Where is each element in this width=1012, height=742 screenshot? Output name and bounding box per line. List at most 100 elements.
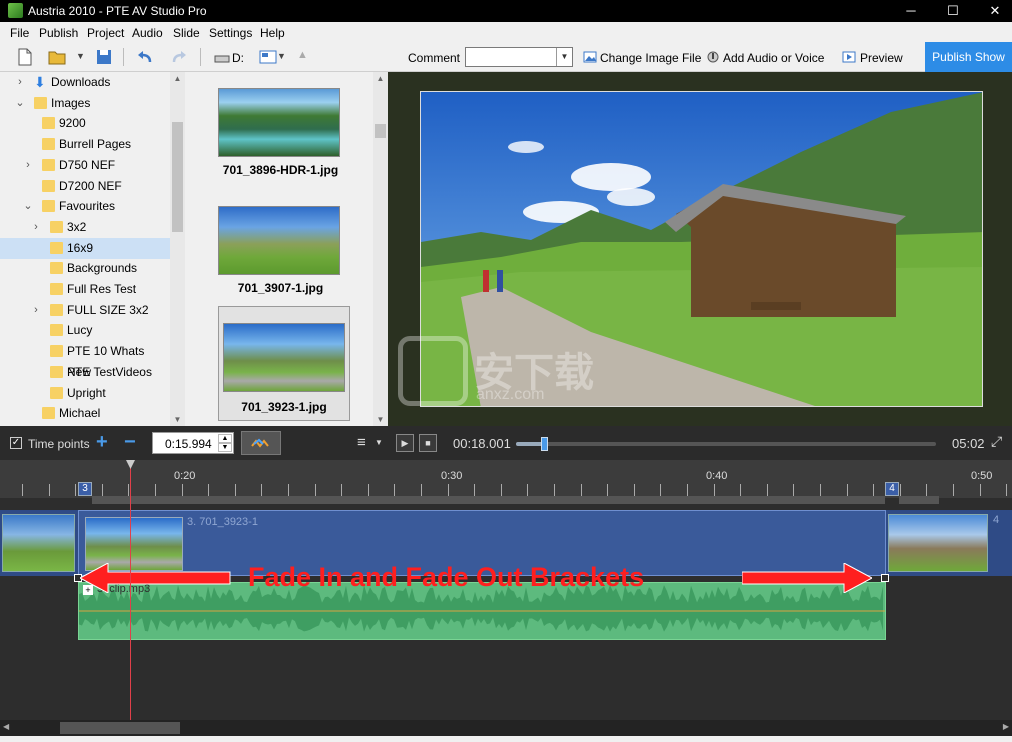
thumbnail-item[interactable]: 701_3896-HDR-1.jpg <box>218 88 343 177</box>
chevron-right-icon[interactable]: › <box>14 72 26 93</box>
playhead[interactable] <box>130 466 131 720</box>
scroll-down-icon[interactable]: ▼ <box>170 415 185 424</box>
playback-progress[interactable] <box>516 437 936 451</box>
tree-item[interactable]: Lucy <box>0 320 170 341</box>
chevron-down-icon[interactable]: ⌄ <box>14 93 26 114</box>
tree-item-label: PTE TestVideos <box>67 364 152 379</box>
tree-item[interactable]: 9200 <box>0 113 170 134</box>
scroll-thumb[interactable] <box>172 122 183 232</box>
tree-item[interactable]: › FULL SIZE 3x2 <box>0 300 170 321</box>
view-mode-icon[interactable] <box>259 48 277 66</box>
thumbnail-scrollbar[interactable]: ▲ ▼ <box>373 72 388 426</box>
scroll-left-icon[interactable]: ◀ <box>3 722 9 731</box>
menu-slide[interactable]: Slide <box>173 26 200 40</box>
menu-file[interactable]: File <box>10 26 29 40</box>
progress-thumb[interactable] <box>541 437 549 451</box>
slide-number: 4 <box>993 514 1000 526</box>
tree-item[interactable]: Upright <box>0 383 170 404</box>
add-timepoint-icon[interactable]: + <box>96 431 108 454</box>
slide-marker[interactable]: 4 <box>885 482 899 496</box>
waveform-icon <box>251 438 269 448</box>
tree-item[interactable]: Full Res Test <box>0 279 170 300</box>
comment-dropdown-icon[interactable]: ▼ <box>556 48 572 66</box>
menu-audio[interactable]: Audio <box>132 26 163 40</box>
preview-icon <box>842 51 856 63</box>
stop-button[interactable]: ■ <box>419 434 437 452</box>
ruler-label: 0:30 <box>441 470 463 482</box>
redo-icon[interactable] <box>170 48 188 66</box>
folder-icon <box>50 324 63 337</box>
drive-icon <box>214 55 230 63</box>
menu-publish[interactable]: Publish <box>39 26 78 40</box>
timeline-scrollbar[interactable]: ◀ ▶ <box>0 720 1012 736</box>
up-arrow-icon[interactable]: ▲ <box>297 49 308 61</box>
menu-settings[interactable]: Settings <box>209 26 252 40</box>
slide-thumbnail[interactable] <box>2 514 75 572</box>
waveform-toggle-button[interactable] <box>241 431 281 455</box>
menu-help[interactable]: Help <box>260 26 285 40</box>
change-image-button[interactable]: Change Image File <box>600 51 701 65</box>
new-file-icon[interactable] <box>18 48 32 66</box>
ruler-tick <box>793 484 794 496</box>
scroll-right-icon[interactable]: ▶ <box>1003 722 1009 731</box>
ruler-tick <box>235 484 236 496</box>
ruler-tick <box>182 484 183 496</box>
chevron-down-icon[interactable]: ⌄ <box>22 196 34 217</box>
add-audio-button[interactable]: Add Audio or Voice <box>723 51 824 65</box>
chevron-right-icon[interactable]: › <box>30 217 42 238</box>
tree-item[interactable]: Burrell Pages <box>0 134 170 155</box>
ruler-tick <box>873 484 874 496</box>
maximize-button[interactable]: ☐ <box>930 0 976 22</box>
ruler-tick <box>980 484 981 496</box>
tree-item[interactable]: PTE TestVideos <box>0 362 170 383</box>
publish-show-button[interactable]: Publish Show <box>925 42 1012 72</box>
scroll-up-icon[interactable]: ▲ <box>373 74 388 83</box>
timepoints-checkbox[interactable]: ✓ <box>10 437 22 449</box>
play-button[interactable]: ▶ <box>396 434 414 452</box>
tree-item[interactable]: ⌄ Favourites <box>0 196 170 217</box>
comment-combobox[interactable]: ▼ <box>465 47 573 67</box>
chevron-right-icon[interactable]: › <box>30 300 42 321</box>
menu-dropdown-icon[interactable]: ▼ <box>375 438 383 447</box>
slide-marker[interactable]: 3 <box>78 482 92 496</box>
tree-item-label: Full Res Test <box>67 282 137 296</box>
tree-item[interactable]: Backgrounds <box>0 258 170 279</box>
tree-item[interactable]: › D750 NEF <box>0 155 170 176</box>
view-dropdown-icon[interactable]: ▼ <box>277 51 286 61</box>
undo-icon[interactable] <box>136 48 154 66</box>
preview-button[interactable]: Preview <box>860 51 903 65</box>
open-folder-icon[interactable] <box>48 48 66 66</box>
tree-item[interactable]: Michael <box>0 403 170 424</box>
scroll-down-icon[interactable]: ▼ <box>373 415 388 424</box>
tree-item[interactable]: D7200 NEF <box>0 176 170 197</box>
menu-icon[interactable]: ≡ <box>357 434 366 451</box>
thumbnail-item[interactable]: 701_3907-1.jpg <box>218 206 343 295</box>
ruler-tick <box>49 484 50 496</box>
folder-tree-scrollbar[interactable]: ▲ ▼ <box>170 72 185 426</box>
remove-timepoint-icon[interactable]: − <box>124 431 136 454</box>
thumbnail-item-selected[interactable]: 701_3923-1.jpg <box>218 306 350 421</box>
scroll-thumb[interactable] <box>60 722 180 734</box>
stepper-up-icon[interactable]: ▲ <box>218 434 232 443</box>
tree-item[interactable]: › ⬇ Downloads <box>0 72 170 93</box>
time-input[interactable]: 0:15.994 <box>165 437 212 451</box>
save-icon[interactable] <box>96 48 112 66</box>
open-dropdown-icon[interactable]: ▼ <box>76 51 85 61</box>
drive-label[interactable]: D: <box>232 51 244 65</box>
menu-project[interactable]: Project <box>87 26 124 40</box>
slide-thumbnail[interactable] <box>888 514 988 572</box>
fullscreen-icon[interactable]: ⤢ <box>991 433 1002 450</box>
stepper-down-icon[interactable]: ▼ <box>218 443 232 452</box>
close-button[interactable]: ✕ <box>972 0 1012 22</box>
chevron-right-icon[interactable]: › <box>22 155 34 176</box>
tree-item[interactable]: › 3x2 <box>0 217 170 238</box>
minimize-button[interactable]: ─ <box>888 0 934 22</box>
time-stepper[interactable]: 0:15.994 ▲ ▼ <box>152 432 234 454</box>
tree-item[interactable]: 16x9 <box>0 237 170 259</box>
scroll-up-icon[interactable]: ▲ <box>170 74 185 83</box>
fade-out-bracket[interactable] <box>881 574 889 582</box>
tree-item[interactable]: PTE 10 Whats New <box>0 341 170 379</box>
timeline-ruler[interactable]: 0:20 0:30 0:40 0:50 <box>0 460 1012 498</box>
tree-item[interactable]: ⌄ Images <box>0 93 170 114</box>
scroll-thumb[interactable] <box>375 124 386 138</box>
